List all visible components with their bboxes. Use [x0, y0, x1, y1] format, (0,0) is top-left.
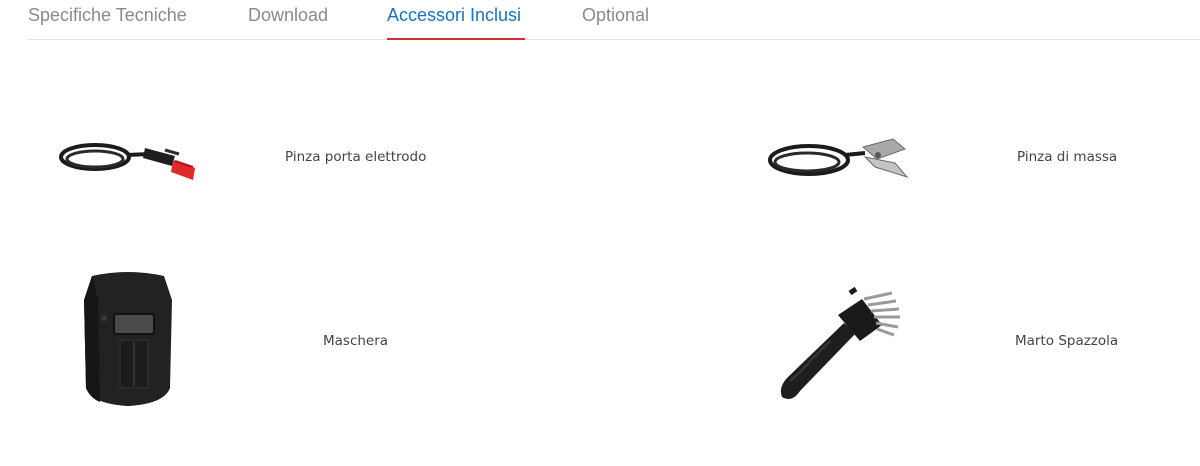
- tab-accessori-inclusi-label: Accessori Inclusi: [387, 5, 522, 25]
- tab-specifiche-tecniche[interactable]: Specifiche Tecniche: [28, 5, 187, 39]
- ground-clamp-icon: [765, 133, 915, 185]
- tab-bar: Specifiche Tecniche Download Accessori I…: [28, 0, 1200, 40]
- tab-optional[interactable]: Optional: [582, 5, 649, 39]
- accessory-label-hammer-brush: Marto Spazzola: [1015, 333, 1119, 349]
- accessory-label-ground-clamp: Pinza di massa: [1017, 149, 1118, 165]
- hammer-brush-icon: [772, 285, 907, 410]
- welding-mask-icon: [78, 270, 178, 410]
- active-tab-indicator: [387, 38, 525, 40]
- accessory-label-electrode-holder: Pinza porta elettrodo: [285, 149, 427, 165]
- tab-download[interactable]: Download: [248, 5, 328, 39]
- tab-accessori-inclusi[interactable]: Accessori Inclusi: [387, 5, 525, 40]
- accessory-label-welding-mask: Maschera: [323, 333, 389, 349]
- electrode-holder-icon: [55, 130, 205, 190]
